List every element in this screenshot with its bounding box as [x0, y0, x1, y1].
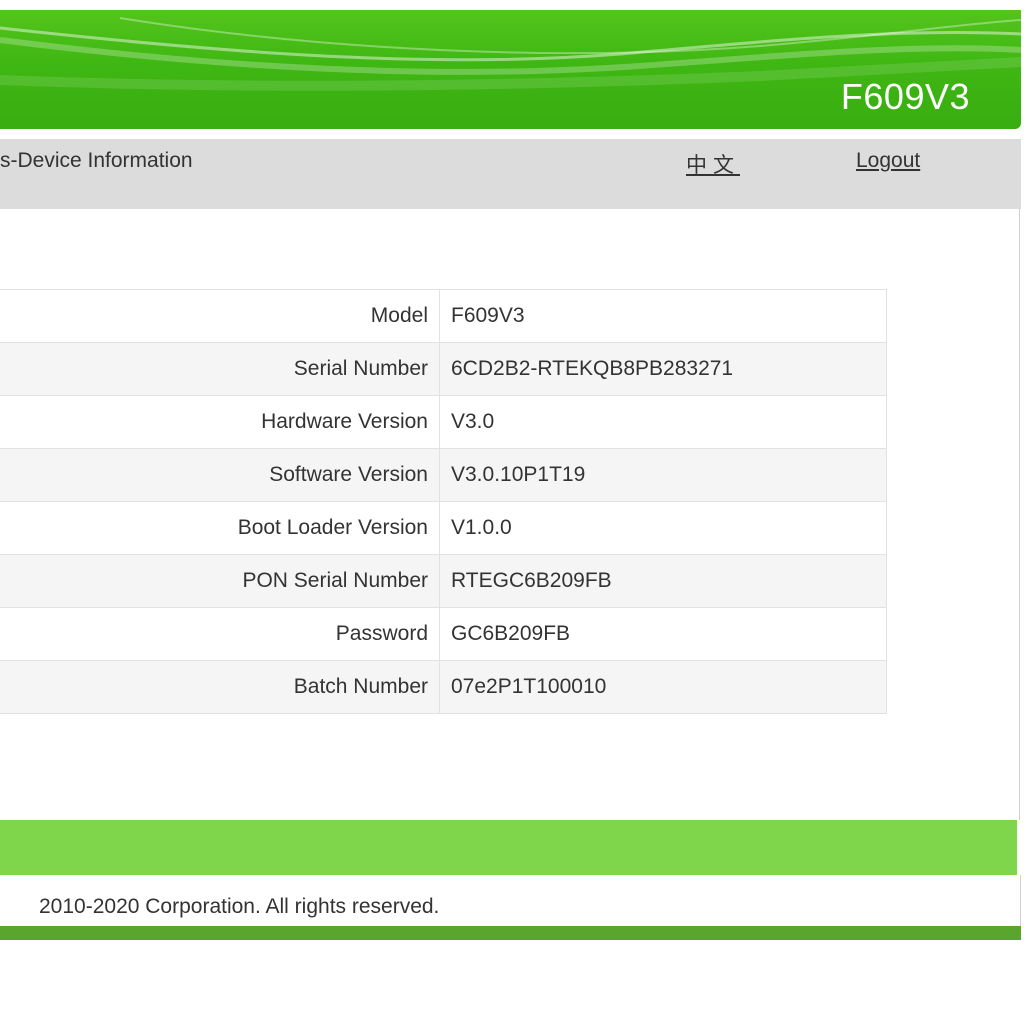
table-row: Model F609V3 [0, 289, 887, 343]
row-value: GC6B209FB [439, 607, 887, 661]
row-label: Hardware Version [0, 395, 440, 449]
table-row: Password GC6B209FB [0, 607, 887, 661]
row-value: V1.0.0 [439, 501, 887, 555]
row-label: PON Serial Number [0, 554, 440, 608]
banner-spacer [0, 129, 1021, 139]
breadcrumb: s-Device Information [0, 149, 193, 172]
footer-band [0, 820, 1017, 875]
row-label: Password [0, 607, 440, 661]
header-banner: F609V3 [0, 10, 1021, 129]
table-row: Boot Loader Version V1.0.0 [0, 501, 887, 555]
row-value: 6CD2B2-RTEKQB8PB283271 [439, 342, 887, 396]
device-info-table: Model F609V3 Serial Number 6CD2B2-RTEKQB… [0, 289, 887, 714]
row-value: V3.0 [439, 395, 887, 449]
router-admin-page: F609V3 s-Device Information 中文 Logout Mo… [0, 0, 1024, 1024]
copyright-text: 2010-2020 Corporation. All rights reserv… [39, 895, 440, 918]
row-label: Batch Number [0, 660, 440, 714]
row-value: V3.0.10P1T19 [439, 448, 887, 502]
footer: 2010-2020 Corporation. All rights reserv… [0, 875, 1021, 926]
row-value: RTEGC6B209FB [439, 554, 887, 608]
table-row: Hardware Version V3.0 [0, 395, 887, 449]
row-label: Boot Loader Version [0, 501, 440, 555]
language-switch-link[interactable]: 中文 [686, 149, 740, 179]
row-label: Serial Number [0, 342, 440, 396]
footer-divider [0, 926, 1021, 940]
row-label: Model [0, 289, 440, 343]
row-label: Software Version [0, 448, 440, 502]
table-row: Software Version V3.0.10P1T19 [0, 448, 887, 502]
row-value: F609V3 [439, 289, 887, 343]
nav-bar: s-Device Information 中文 Logout [0, 139, 1021, 209]
table-row: PON Serial Number RTEGC6B209FB [0, 554, 887, 608]
device-model-title: F609V3 [840, 76, 970, 117]
table-row: Batch Number 07e2P1T100010 [0, 660, 887, 714]
row-value: 07e2P1T100010 [439, 660, 887, 714]
table-row: Serial Number 6CD2B2-RTEKQB8PB283271 [0, 342, 887, 396]
logout-link[interactable]: Logout [856, 149, 920, 173]
